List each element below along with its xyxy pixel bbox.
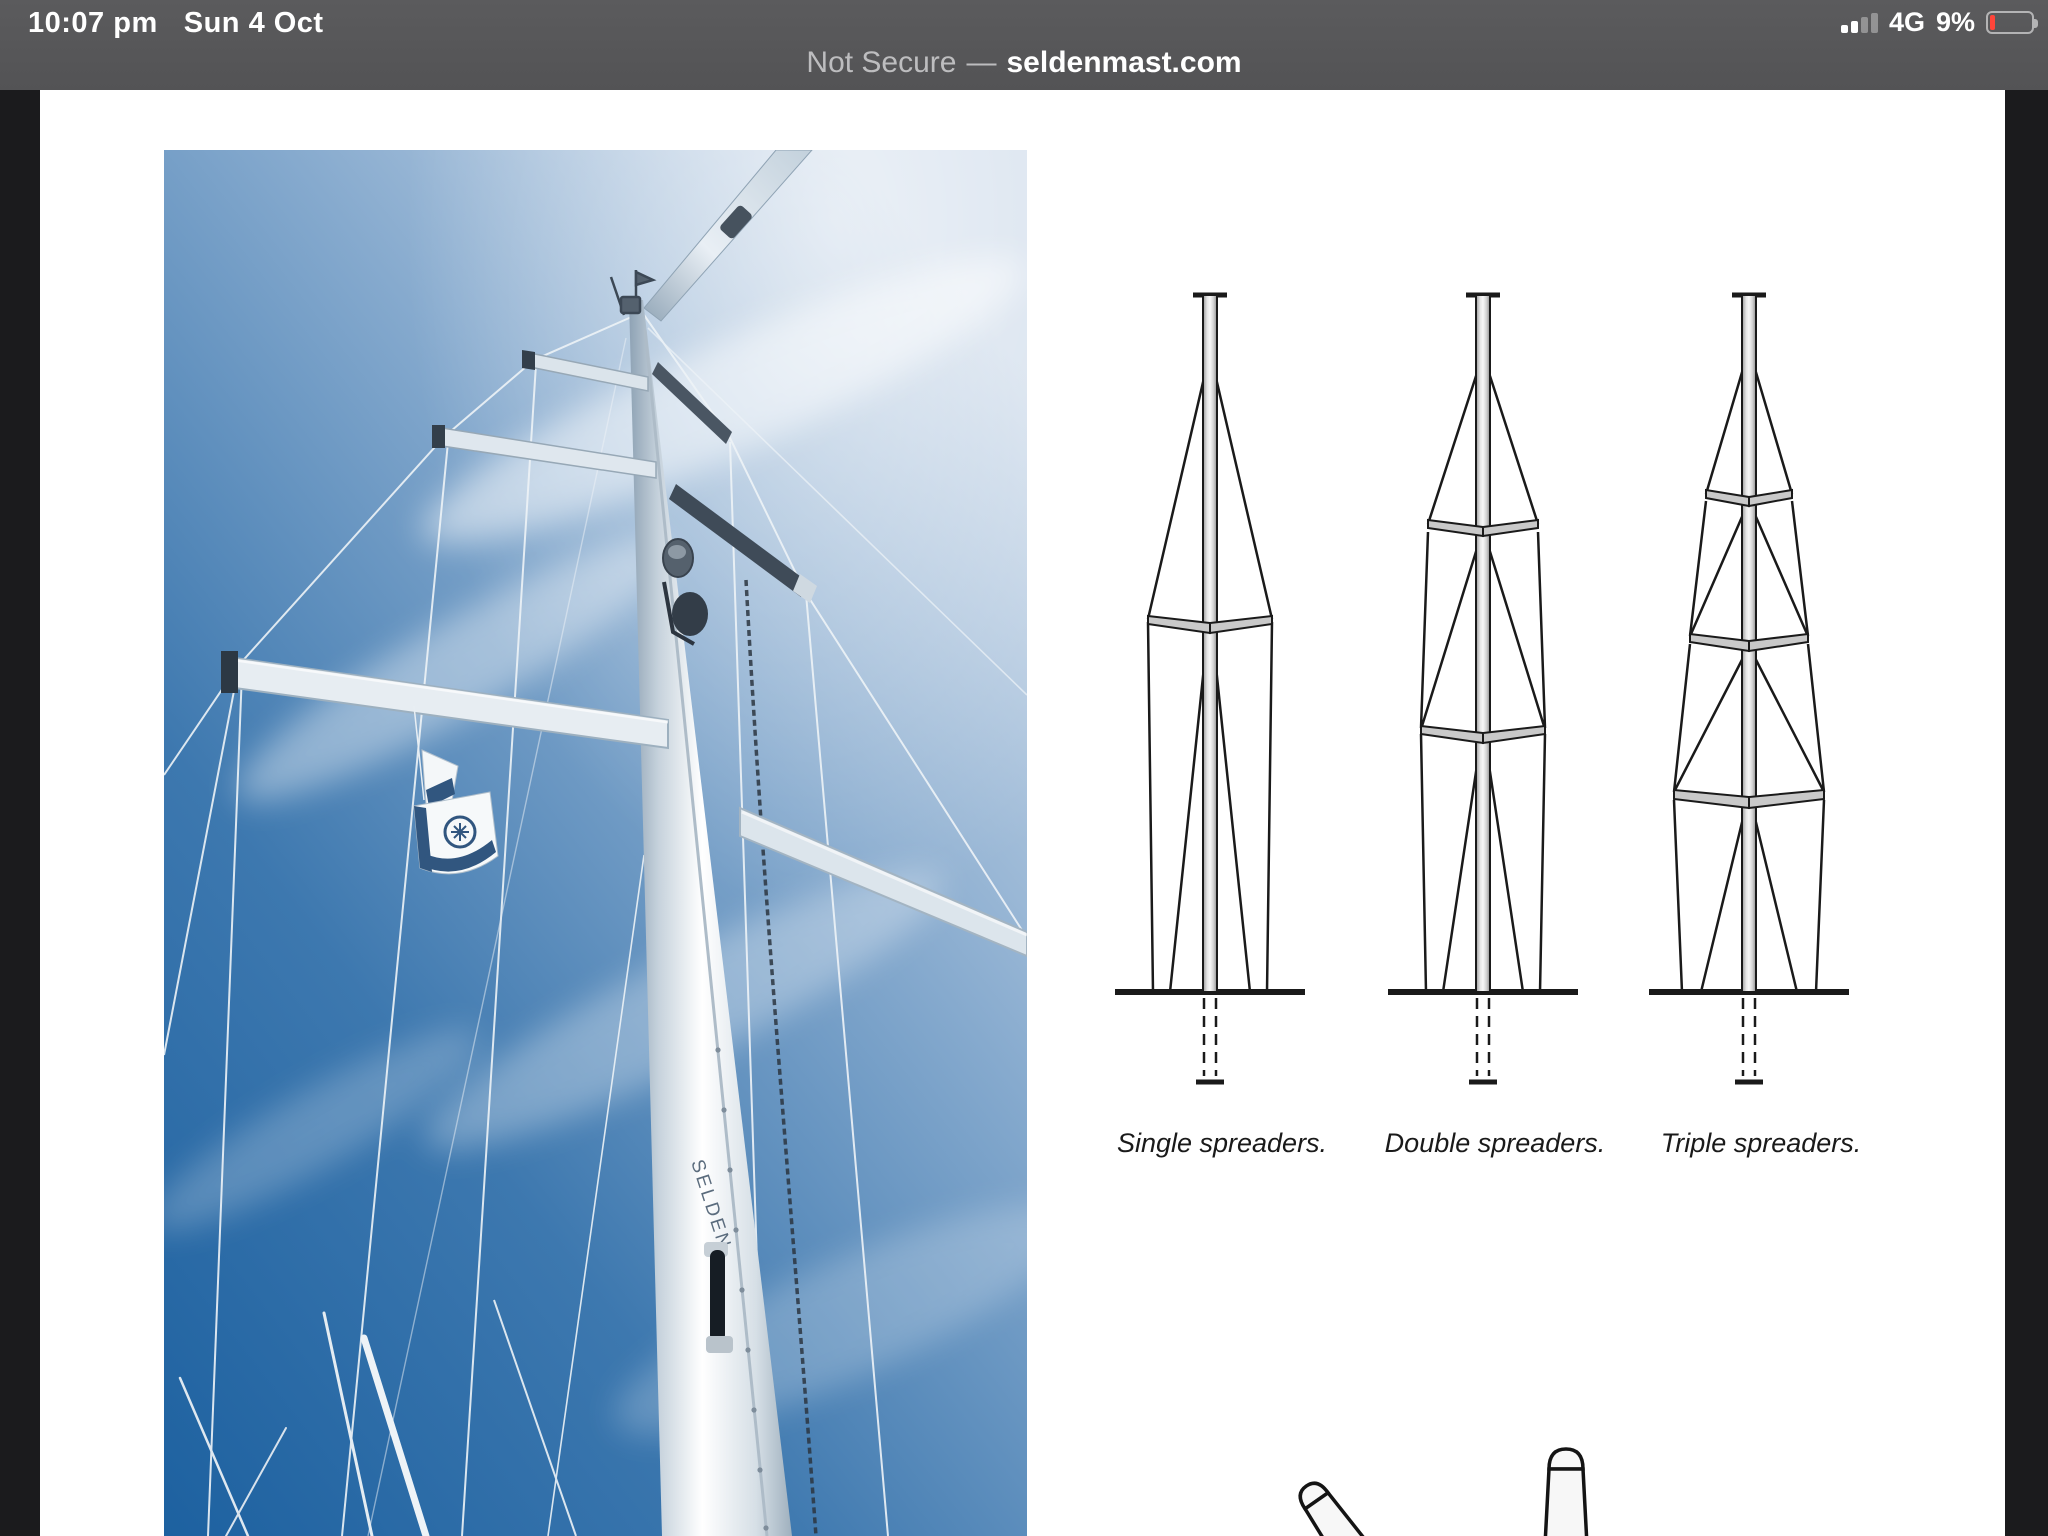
mast-heel-dashed	[1743, 998, 1755, 1076]
browser-chrome: 10:07 pm Sun 4 Oct 4G 9% Not Secure — se…	[0, 0, 2048, 90]
caption-triple-spreaders: Triple spreaders.	[1661, 1128, 1862, 1159]
diagram-double-spreaders	[1373, 270, 1593, 1110]
mast-heel-dashed	[1204, 998, 1216, 1076]
caption-double-spreaders: Double spreaders.	[1385, 1128, 1606, 1159]
diagram-tilted-mast-top	[1262, 1474, 1392, 1536]
address-bar[interactable]: Not Secure — seldenmast.com	[0, 36, 2048, 90]
mast-heel-dashed	[1477, 998, 1489, 1076]
page-surround: SELDEN	[0, 90, 2048, 1536]
security-warning-label: Not Secure	[806, 46, 956, 80]
caption-single-spreaders: Single spreaders.	[1117, 1128, 1327, 1159]
cellular-signal-icon	[1841, 11, 1878, 35]
web-page: SELDEN	[40, 90, 2005, 1536]
address-separator: —	[966, 46, 996, 80]
mast-column	[1203, 295, 1217, 992]
battery-percent-label: 9%	[1936, 7, 1975, 38]
mast-photo: SELDEN	[164, 150, 1027, 1536]
ipad-screen: 10:07 pm Sun 4 Oct 4G 9% Not Secure — se…	[0, 0, 2048, 1536]
diagram-single-spreaders	[1100, 270, 1320, 1110]
network-type-label: 4G	[1889, 7, 1925, 38]
status-bar: 10:07 pm Sun 4 Oct 4G 9%	[0, 0, 2048, 36]
mast-column	[1476, 295, 1490, 992]
battery-icon	[1986, 11, 2034, 34]
url-domain-label: seldenmast.com	[1006, 46, 1241, 80]
diagram-straight-mast-top	[1528, 1443, 1608, 1536]
diagram-triple-spreaders	[1639, 270, 1859, 1110]
